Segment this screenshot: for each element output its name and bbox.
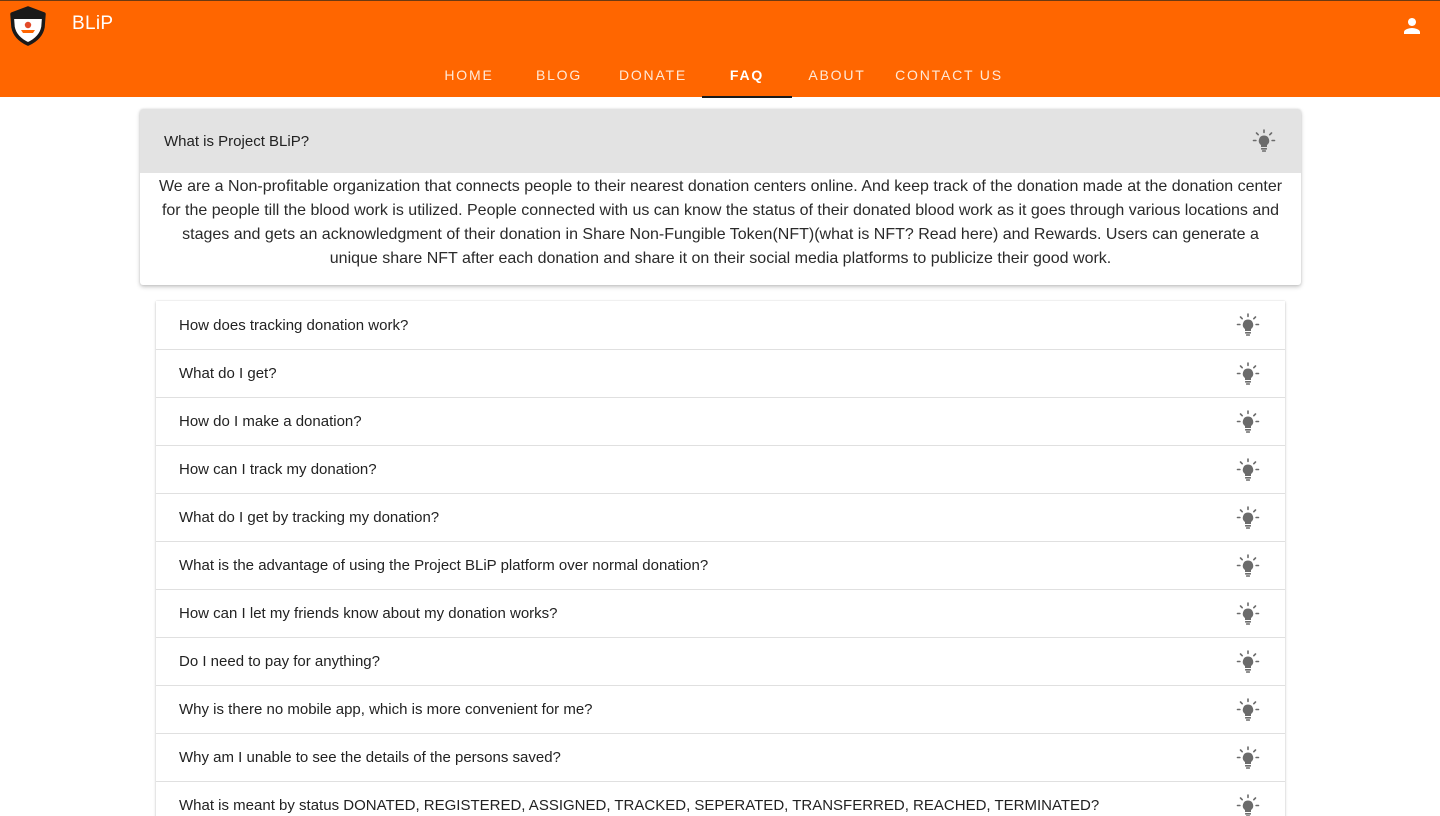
main-nav: HOME BLOG DONATE FAQ ABOUT CONTACT US <box>0 51 1440 98</box>
lightbulb-icon[interactable] <box>1235 793 1261 816</box>
faq-question: What is the advantage of using the Proje… <box>179 557 709 574</box>
faq-question: How can I let my friends know about my d… <box>179 605 558 622</box>
tab-blog[interactable]: BLOG <box>514 51 604 98</box>
tab-faq[interactable]: FAQ <box>702 51 792 98</box>
faq-item[interactable]: How does tracking donation work? <box>156 301 1285 349</box>
faq-question: Why am I unable to see the details of th… <box>179 749 561 766</box>
account-person-icon[interactable] <box>1400 14 1424 38</box>
app-bar: BLiP HOME BLOG DONATE FAQ ABOUT CONTACT … <box>0 0 1440 98</box>
faq-item[interactable]: What is meant by status DONATED, REGISTE… <box>156 781 1285 816</box>
lightbulb-icon[interactable] <box>1235 553 1261 579</box>
lightbulb-icon[interactable] <box>1235 409 1261 435</box>
faq-expanded-question: What is Project BLiP? <box>164 132 310 150</box>
lightbulb-icon[interactable] <box>1251 128 1277 154</box>
shield-logo-icon[interactable] <box>8 5 48 47</box>
faq-item[interactable]: How can I let my friends know about my d… <box>156 589 1285 637</box>
faq-list: How does tracking donation work? What do… <box>156 301 1285 816</box>
faq-item[interactable]: How can I track my donation? <box>156 445 1285 493</box>
faq-question: How do I make a donation? <box>179 413 362 430</box>
lightbulb-icon[interactable] <box>1235 745 1261 771</box>
tab-contact-us[interactable]: CONTACT US <box>886 51 1012 98</box>
faq-question: What is meant by status DONATED, REGISTE… <box>179 797 1100 814</box>
tab-about[interactable]: ABOUT <box>792 51 882 98</box>
tab-home[interactable]: HOME <box>424 51 514 98</box>
faq-expanded-card: What is Project BLiP? We are a Non-profi… <box>140 109 1301 285</box>
faq-item[interactable]: What do I get? <box>156 349 1285 397</box>
faq-question: What do I get by tracking my donation? <box>179 509 440 526</box>
faq-question: What do I get? <box>179 365 277 382</box>
lightbulb-icon[interactable] <box>1235 649 1261 675</box>
faq-question: How does tracking donation work? <box>179 316 409 334</box>
faq-item[interactable]: Why am I unable to see the details of th… <box>156 733 1285 781</box>
faq-expanded-answer: We are a Non-profitable organization tha… <box>158 178 1283 267</box>
faq-item[interactable]: How do I make a donation? <box>156 397 1285 445</box>
lightbulb-icon[interactable] <box>1235 505 1261 531</box>
faq-question: Do I need to pay for anything? <box>179 653 380 670</box>
faq-item[interactable]: What do I get by tracking my donation? <box>156 493 1285 541</box>
faq-item[interactable]: Do I need to pay for anything? <box>156 637 1285 685</box>
faq-question: How can I track my donation? <box>179 461 377 478</box>
faq-expanded-header[interactable]: What is Project BLiP? <box>140 109 1301 173</box>
tab-donate[interactable]: DONATE <box>608 51 698 98</box>
lightbulb-icon[interactable] <box>1235 457 1261 483</box>
lightbulb-icon[interactable] <box>1235 361 1261 387</box>
lightbulb-icon[interactable] <box>1235 312 1261 338</box>
faq-question: Why is there no mobile app, which is mor… <box>179 701 593 718</box>
lightbulb-icon[interactable] <box>1235 697 1261 723</box>
faq-item[interactable]: What is the advantage of using the Proje… <box>156 541 1285 589</box>
faq-item[interactable]: Why is there no mobile app, which is mor… <box>156 685 1285 733</box>
lightbulb-icon[interactable] <box>1235 601 1261 627</box>
brand-title[interactable]: BLiP <box>72 13 113 35</box>
